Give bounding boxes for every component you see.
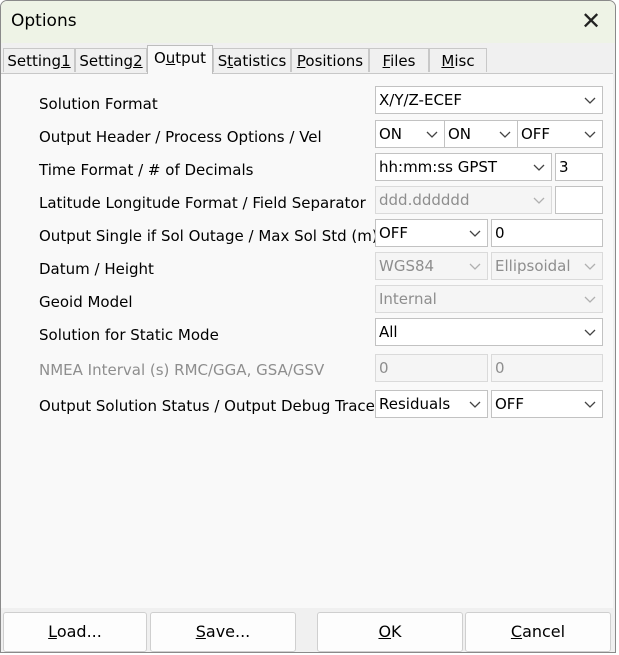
chevron-down-icon [584,319,596,337]
max-sol-std-input[interactable]: 0 [491,219,603,247]
output-status-label: Output Solution Status / Output Debug Tr… [39,397,375,415]
solution-format-label: Solution Format [39,95,158,113]
static-mode-label: Solution for Static Mode [39,326,219,344]
chevron-down-icon [469,391,481,409]
tab-setting2[interactable]: Setting2 [75,48,147,72]
datum-select: WGS84 [375,252,488,280]
chevron-down-icon [533,187,545,205]
tab-setting1[interactable]: Setting1 [3,48,75,72]
height-select: Ellipsoidal [491,252,603,280]
chevron-down-icon [426,121,438,139]
chevron-down-icon [469,253,481,271]
title-bar: Options ✕ [1,1,615,43]
field-separator-input[interactable] [555,186,603,214]
chevron-down-icon [584,87,596,105]
output-header-select[interactable]: ON [375,120,445,148]
nmea-interval-label: NMEA Interval (s) RMC/GGA, GSA/GSV [39,361,325,379]
nmea-rmc-gga-input: 0 [375,354,488,382]
cancel-button[interactable]: Cancel [465,612,611,652]
chevron-down-icon [584,253,596,271]
tab-strip: Setting1 Setting2 Output Statistics Posi… [1,45,615,74]
time-format-label: Time Format / # of Decimals [39,161,254,179]
chevron-down-icon [584,121,596,139]
sol-outage-select[interactable]: OFF [375,219,488,247]
load-button[interactable]: Load... [3,612,147,652]
tab-output[interactable]: Output [147,45,213,74]
latlon-format-label: Latitude Longitude Format / Field Separa… [39,194,366,212]
time-format-select[interactable]: hh:mm:ss GPST [375,153,552,181]
solution-status-select[interactable]: Residuals [375,390,488,418]
solution-format-select[interactable]: X/Y/Z-ECEF [375,86,603,114]
chevron-down-icon [533,154,545,172]
sol-outage-label: Output Single if Sol Outage / Max Sol St… [39,227,378,245]
geoid-model-select: Internal [375,285,603,313]
close-icon[interactable]: ✕ [575,5,607,37]
chevron-down-icon [499,121,511,139]
output-vel-select[interactable]: OFF [517,120,603,148]
tab-positions[interactable]: Positions [291,48,369,72]
chevron-down-icon [469,220,481,238]
save-button[interactable]: Save... [150,612,296,652]
options-dialog: Options ✕ Setting1 Setting2 Output Stati… [0,0,616,653]
chevron-down-icon [584,391,596,409]
static-mode-select[interactable]: All [375,318,603,346]
debug-trace-select[interactable]: OFF [491,390,603,418]
ok-button[interactable]: OK [317,612,463,652]
tab-statistics[interactable]: Statistics [213,48,291,72]
geoid-model-label: Geoid Model [39,293,133,311]
latlon-format-select: ddd.dddddd [375,186,552,214]
decimals-input[interactable]: 3 [555,153,603,181]
datum-height-label: Datum / Height [39,260,154,278]
tab-misc[interactable]: Misc [429,48,487,72]
output-panel: Solution Format X/Y/Z-ECEF Output Header… [1,73,613,608]
nmea-gsa-gsv-input: 0 [491,354,603,382]
chevron-down-icon [584,286,596,304]
output-header-label: Output Header / Process Options / Vel [39,128,322,146]
window-title: Options [11,11,77,31]
process-options-select[interactable]: ON [444,120,518,148]
tab-files[interactable]: Files [369,48,429,72]
